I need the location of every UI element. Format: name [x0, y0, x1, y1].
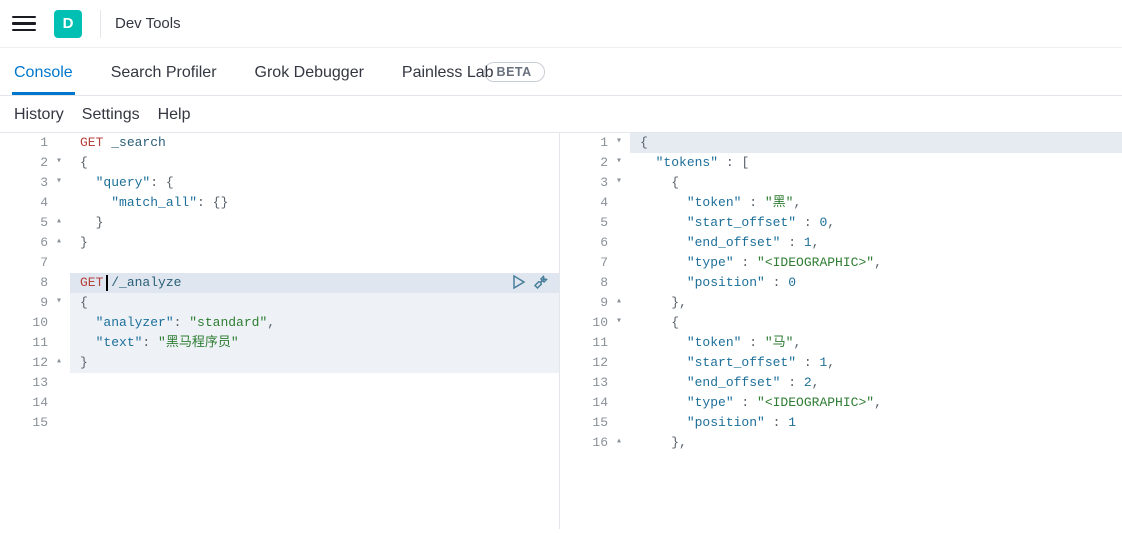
- space-avatar[interactable]: D: [54, 10, 82, 38]
- code-area[interactable]: GET _search{ "query": { "match_all": {} …: [80, 133, 559, 529]
- text-cursor: [106, 275, 108, 291]
- line-actions: [511, 273, 549, 293]
- tab-painless-lab[interactable]: Painless Lab: [402, 50, 494, 94]
- request-editor[interactable]: 12▾3▾45▴6▴789▾101112▴131415 GET _search{…: [0, 133, 560, 529]
- tabs-bar: Console Search Profiler Grok Debugger Pa…: [0, 48, 1122, 96]
- run-icon[interactable]: [511, 274, 527, 293]
- tab-grok-debugger[interactable]: Grok Debugger: [255, 50, 364, 94]
- code-area[interactable]: { "tokens" : [ { "token" : "黑", "start_o…: [640, 133, 1122, 529]
- tab-console[interactable]: Console: [14, 50, 73, 94]
- subnav-settings[interactable]: Settings: [82, 106, 140, 124]
- subnav-history[interactable]: History: [14, 106, 64, 124]
- breadcrumb[interactable]: Dev Tools: [115, 15, 181, 32]
- app-window: D Dev Tools Console Search Profiler Grok…: [0, 0, 1122, 533]
- line-gutter: 12▾3▾45▴6▴789▾101112▴131415: [0, 133, 70, 529]
- divider: [100, 10, 101, 38]
- menu-icon[interactable]: [12, 12, 36, 36]
- editor-panes: 12▾3▾45▴6▴789▾101112▴131415 GET _search{…: [0, 132, 1122, 529]
- line-gutter: 1▾2▾3▾456789▴10▾111213141516▴: [560, 133, 630, 529]
- subnav-help[interactable]: Help: [158, 106, 191, 124]
- console-subnav: History Settings Help: [0, 96, 1122, 132]
- tab-search-profiler[interactable]: Search Profiler: [111, 50, 217, 94]
- header-bar: D Dev Tools: [0, 0, 1122, 48]
- wrench-icon[interactable]: [533, 274, 549, 293]
- response-viewer[interactable]: 1▾2▾3▾456789▴10▾111213141516▴ { "tokens"…: [560, 133, 1122, 529]
